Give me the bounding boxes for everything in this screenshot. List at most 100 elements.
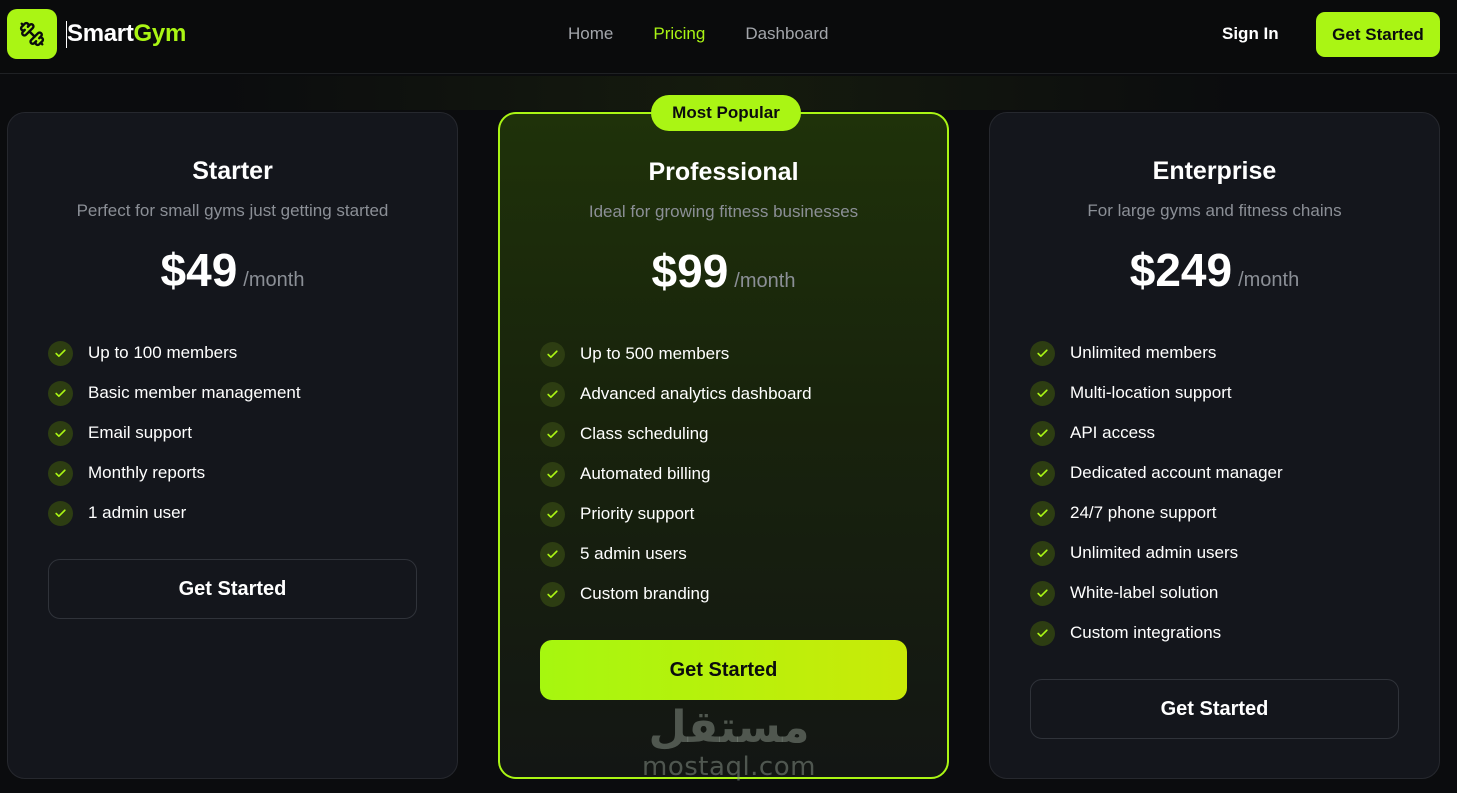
feature-label: Email support [88,423,192,442]
feature-item: 24/7 phone support [1030,493,1283,533]
watermark: مستقل mostaql.com [639,702,819,783]
most-popular-badge: Most Popular [651,95,801,131]
feature-item: White-label solution [1030,573,1283,613]
feature-label: 1 admin user [88,503,187,522]
brand-part-2: Gym [133,20,187,47]
watermark-latin: mostaql.com [642,752,816,782]
price-period: /month [243,269,305,291]
feature-item: Unlimited members [1030,333,1283,373]
feature-item: Custom branding [540,574,812,614]
feature-list: Up to 100 members Basic member managemen… [48,333,301,533]
top-navbar: SmartGym Home Pricing Dashboard Sign In … [0,0,1457,74]
feature-label: Automated billing [580,464,711,483]
check-icon [540,461,565,487]
feature-label: Up to 500 members [580,344,730,363]
get-started-nav-button[interactable]: Get Started [1316,12,1440,57]
nav-link-dashboard[interactable]: Dashboard [745,24,828,44]
check-icon [48,500,73,526]
check-icon [540,581,565,607]
feature-label: Advanced analytics dashboard [580,384,812,403]
feature-label: Multi-location support [1070,383,1232,402]
nav-link-pricing[interactable]: Pricing [653,24,705,44]
feature-item: Email support [48,413,301,453]
nav-links: Home Pricing Dashboard [568,24,829,44]
check-icon [48,460,73,486]
price-row: $49 /month [8,243,457,297]
plan-price: $99 [651,245,729,297]
check-icon [540,381,565,407]
feature-list: Unlimited members Multi-location support… [1030,333,1283,653]
feature-item: API access [1030,413,1283,453]
logo[interactable] [7,9,57,59]
get-started-enterprise-button[interactable]: Get Started [1030,679,1399,739]
feature-item: Unlimited admin users [1030,533,1283,573]
price-period: /month [1238,269,1300,291]
feature-item: Class scheduling [540,414,812,454]
check-icon [1030,380,1055,406]
feature-item: Advanced analytics dashboard [540,374,812,414]
feature-item: 5 admin users [540,534,812,574]
check-icon [1030,620,1055,646]
check-icon [1030,460,1055,486]
check-icon [1030,580,1055,606]
plan-description: Ideal for growing fitness businesses [588,202,859,221]
plan-card-enterprise: Enterprise For large gyms and fitness ch… [989,112,1440,779]
feature-label: Custom integrations [1070,623,1222,642]
feature-label: 24/7 phone support [1070,503,1217,522]
plan-name: Enterprise [1152,157,1277,185]
price-row: $249 /month [990,243,1439,297]
dumbbell-icon [19,21,45,47]
plan-price: $49 [160,244,238,296]
plan-name: Professional [648,158,799,186]
check-icon [1030,500,1055,526]
check-icon [48,420,73,446]
feature-item: 1 admin user [48,493,301,533]
feature-label: 5 admin users [580,544,687,563]
plan-card-professional: Most Popular Professional Ideal for grow… [498,95,949,783]
brand-part-1: Smart [67,20,134,47]
check-icon [48,380,73,406]
feature-item: Up to 100 members [48,333,301,373]
price-period: /month [734,270,796,292]
feature-item: Automated billing [540,454,812,494]
feature-label: White-label solution [1070,583,1219,602]
feature-label: Priority support [580,504,695,523]
feature-label: Class scheduling [580,424,709,443]
check-icon [48,340,73,366]
get-started-professional-button[interactable]: Get Started [540,640,907,700]
plan-name: Starter [192,157,273,185]
plan-description: Perfect for small gyms just getting star… [76,201,389,220]
price-row: $99 /month [500,244,947,298]
feature-item: Priority support [540,494,812,534]
feature-item: Monthly reports [48,453,301,493]
feature-item: Basic member management [48,373,301,413]
plan-description: For large gyms and fitness chains [1087,201,1342,220]
feature-item: Dedicated account manager [1030,453,1283,493]
brand-name[interactable]: SmartGym [67,20,186,48]
feature-label: Unlimited admin users [1070,543,1239,562]
check-icon [1030,420,1055,446]
feature-item: Custom integrations [1030,613,1283,653]
get-started-starter-button[interactable]: Get Started [48,559,417,619]
feature-label: Basic member management [88,383,301,402]
plan-card-starter: Starter Perfect for small gyms just gett… [7,112,458,779]
feature-label: Dedicated account manager [1070,463,1283,482]
check-icon [1030,340,1055,366]
watermark-arabic: مستقل [648,702,810,753]
feature-list: Up to 500 members Advanced analytics das… [540,334,812,614]
feature-label: Monthly reports [88,463,206,482]
plan-price: $249 [1129,244,1233,296]
feature-label: Custom branding [580,584,710,603]
check-icon [1030,540,1055,566]
check-icon [540,341,565,367]
check-icon [540,541,565,567]
nav-link-home[interactable]: Home [568,24,613,44]
check-icon [540,501,565,527]
sign-in-link[interactable]: Sign In [1222,24,1279,44]
feature-label: Up to 100 members [88,343,238,362]
feature-item: Multi-location support [1030,373,1283,413]
feature-label: API access [1070,423,1156,442]
check-icon [540,421,565,447]
feature-label: Unlimited members [1070,343,1217,362]
feature-item: Up to 500 members [540,334,812,374]
